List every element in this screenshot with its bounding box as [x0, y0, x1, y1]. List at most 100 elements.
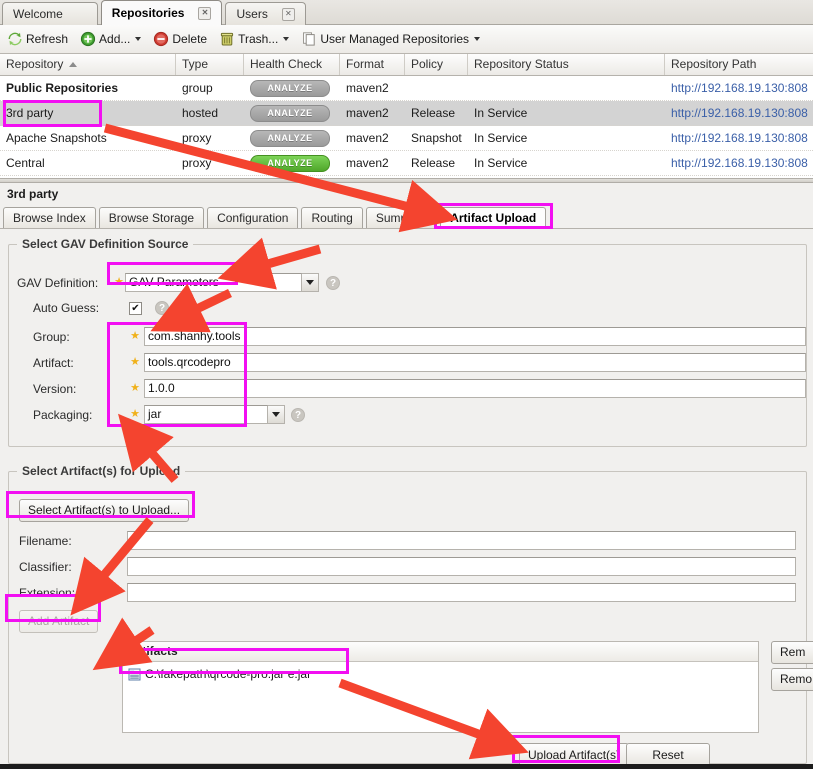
remove-all-artifacts-button[interactable]: Remo: [771, 668, 813, 691]
help-icon[interactable]: ?: [291, 407, 305, 422]
table-row[interactable]: Central proxy ANALYZE maven2 Release In …: [0, 151, 813, 176]
tab-label: Browse Storage: [108, 211, 195, 225]
copy-pages-icon: [301, 31, 317, 47]
classifier-label: Classifier:: [19, 559, 72, 574]
column-label: Repository: [6, 57, 64, 71]
file-icon: [128, 668, 141, 681]
sort-asc-icon: [69, 62, 78, 68]
analyze-badge[interactable]: ANALYZE: [250, 79, 330, 97]
detail-tab-bar: Browse Index Browse Storage Configuratio…: [0, 205, 813, 229]
close-icon[interactable]: ✕: [198, 6, 212, 20]
column-header-health[interactable]: Health Check: [244, 54, 340, 75]
group-input[interactable]: com.shanhy.tools: [144, 327, 806, 346]
auto-guess-checkbox[interactable]: ✔: [129, 301, 142, 315]
packaging-label: Packaging:: [33, 407, 93, 422]
table-row[interactable]: Public Repositories group ANALYZE maven2…: [0, 76, 813, 101]
cell-status: In Service: [474, 131, 528, 145]
chevron-down-icon[interactable]: [135, 37, 142, 41]
chevron-down-icon[interactable]: [268, 405, 285, 424]
cell-health[interactable]: ANALYZE: [244, 129, 340, 147]
analyze-badge[interactable]: ANALYZE: [250, 154, 330, 172]
add-button[interactable]: Add...: [78, 29, 147, 49]
cell-path[interactable]: http://192.168.19.130:808: [665, 156, 813, 170]
cell-path[interactable]: http://192.168.19.130:808: [665, 131, 813, 145]
window-tab-repositories[interactable]: Repositories ✕: [100, 0, 223, 25]
tab-summary[interactable]: Summary: [365, 207, 438, 228]
tab-routing[interactable]: Routing: [301, 207, 363, 228]
cell-status: In Service: [474, 156, 528, 170]
help-icon[interactable]: ?: [155, 301, 169, 315]
select-artifacts-button[interactable]: Select Artifact(s) to Upload...: [19, 499, 190, 522]
cell-repository: Public Repositories: [6, 81, 119, 95]
version-label: Version:: [33, 381, 77, 396]
cell-format: maven2: [346, 131, 389, 145]
window-tab-label: Repositories: [111, 6, 185, 20]
table-row[interactable]: 3rd party hosted ANALYZE maven2 Release …: [0, 101, 813, 126]
column-header-type[interactable]: Type: [176, 54, 244, 75]
cell-path[interactable]: http://192.168.19.130:808: [665, 106, 813, 120]
tab-configuration[interactable]: Configuration: [207, 207, 299, 228]
cell-type: proxy: [182, 156, 212, 170]
chevron-down-icon[interactable]: [302, 273, 319, 292]
classifier-input[interactable]: [127, 557, 796, 576]
packaging-value[interactable]: jar: [144, 405, 268, 424]
column-header-status[interactable]: Repository Status: [468, 54, 665, 75]
window-tab-users[interactable]: Users ✕: [225, 2, 306, 25]
cell-health[interactable]: ANALYZE: [244, 154, 340, 172]
tab-label: Browse Index: [13, 211, 86, 225]
artifact-input[interactable]: tools.qrcodepro: [144, 353, 806, 372]
analyze-badge[interactable]: ANALYZE: [250, 129, 330, 147]
filename-input[interactable]: [127, 531, 796, 550]
cell-repository: Central: [6, 156, 45, 170]
required-star-icon: ★: [130, 356, 140, 368]
column-header-path[interactable]: Repository Path: [665, 54, 813, 75]
tab-artifact-upload[interactable]: Artifact Upload: [440, 207, 547, 228]
version-input[interactable]: 1.0.0: [144, 379, 806, 398]
extension-label: Extension:: [19, 585, 76, 600]
column-header-repository[interactable]: Repository: [0, 54, 176, 75]
window-tab-welcome[interactable]: Welcome: [2, 2, 98, 25]
user-managed-repositories-button[interactable]: User Managed Repositories: [299, 29, 486, 49]
trash-button[interactable]: Trash...: [217, 29, 295, 49]
filename-label: Filename:: [19, 533, 72, 548]
column-header-format[interactable]: Format: [340, 54, 405, 75]
cell-health[interactable]: ANALYZE: [244, 104, 340, 122]
group-label: Group:: [33, 329, 70, 344]
help-icon[interactable]: ?: [326, 275, 340, 290]
cell-policy: Release: [411, 106, 456, 120]
tab-browse-storage[interactable]: Browse Storage: [98, 207, 205, 228]
delete-label: Delete: [172, 32, 208, 46]
add-artifact-button[interactable]: Add Artifact: [19, 610, 99, 633]
cell-health[interactable]: ANALYZE: [244, 79, 340, 97]
cell-path[interactable]: http://192.168.19.130:808: [665, 81, 813, 95]
table-row[interactable]: Apache Snapshots proxy ANALYZE maven2 Sn…: [0, 126, 813, 151]
extension-input[interactable]: [127, 583, 796, 602]
tab-browse-index[interactable]: Browse Index: [3, 207, 96, 228]
window-tab-label: Users: [236, 7, 268, 21]
tab-label: Summary: [375, 211, 428, 225]
gav-definition-combo[interactable]: GAV Parameters: [125, 273, 319, 292]
refresh-button[interactable]: Refresh: [5, 29, 74, 49]
artifacts-list[interactable]: Artifacts C:\fakepath\qrcode-pro.jar e:j…: [122, 641, 759, 733]
close-icon[interactable]: ✕: [281, 7, 295, 21]
repository-grid-body[interactable]: Public Repositories group ANALYZE maven2…: [0, 76, 813, 178]
column-header-policy[interactable]: Policy: [405, 54, 468, 75]
remove-artifact-button[interactable]: Rem: [771, 641, 813, 664]
cell-repository: Apache Snapshots: [6, 131, 107, 145]
tab-label: Routing: [311, 211, 353, 225]
analyze-badge[interactable]: ANALYZE: [250, 104, 330, 122]
repository-grid-header: Repository Type Health Check Format Poli…: [0, 54, 813, 76]
chevron-down-icon[interactable]: [474, 37, 481, 41]
refresh-icon: [7, 31, 23, 47]
column-label: Health Check: [250, 57, 323, 71]
artifact-upload-form: Select GAV Definition Source GAV Definit…: [0, 229, 813, 769]
tab-label: Configuration: [217, 211, 289, 225]
chevron-down-icon[interactable]: [283, 37, 290, 41]
page-title: 3rd party: [0, 183, 813, 205]
packaging-combo[interactable]: jar: [144, 405, 285, 424]
cell-format: maven2: [346, 106, 389, 120]
delete-button[interactable]: Delete: [151, 29, 213, 49]
gav-definition-value[interactable]: GAV Parameters: [125, 273, 302, 292]
column-label: Format: [346, 57, 385, 71]
list-item[interactable]: C:\fakepath\qrcode-pro.jar e:jar: [123, 665, 758, 683]
